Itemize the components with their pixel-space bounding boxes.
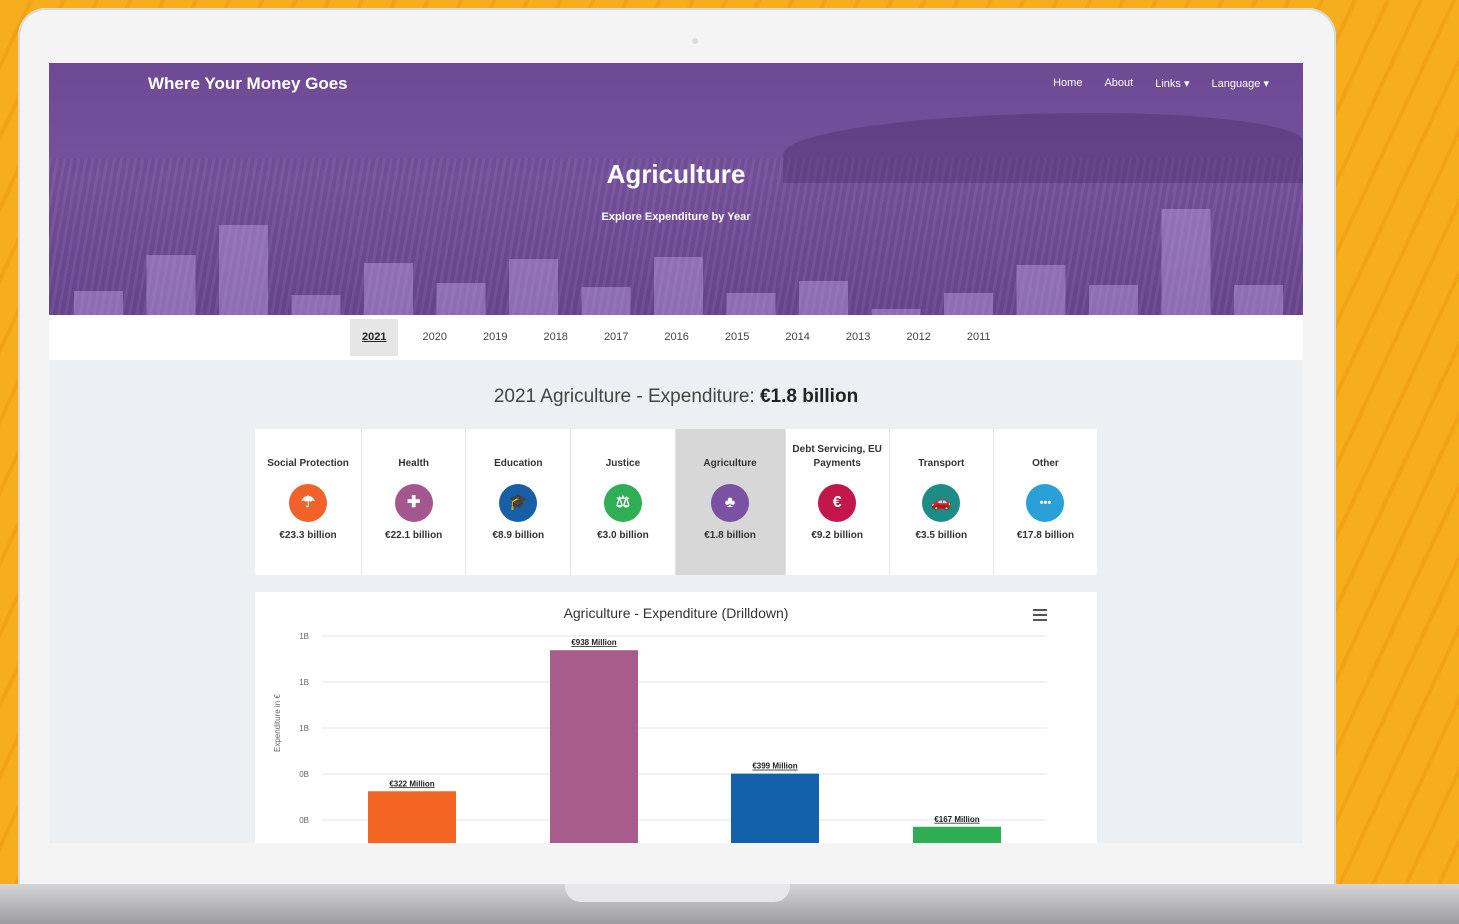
category-amount: €3.5 billion	[915, 530, 968, 541]
chart-ytick-label: 1B	[299, 724, 309, 733]
hero-bar	[726, 293, 776, 315]
umbrella-icon: ☂	[289, 484, 328, 522]
wheat-icon: ♣	[711, 484, 750, 522]
nav-language-dropdown[interactable]: Language ▾	[1211, 77, 1269, 90]
year-tab-2021[interactable]: 2021	[350, 319, 399, 356]
category-amount: €1.8 billion	[704, 530, 756, 541]
year-tab-2011[interactable]: 2011	[955, 319, 1003, 356]
year-tabs: 2021 2020 2019 2018 2017 2016 2015 2014 2013 2012…	[350, 319, 1015, 356]
car-icon: 🚗	[922, 484, 961, 522]
drilldown-chart: Agriculture - Expenditure (Drilldown) Ex…	[255, 592, 1097, 843]
chart-bar[interactable]	[731, 773, 819, 843]
graduation-cap-icon: 🎓	[499, 484, 538, 522]
category-amount: €22.1 billion	[385, 530, 443, 541]
chart-bar[interactable]	[550, 650, 638, 843]
chart-bar[interactable]	[913, 826, 1001, 843]
nav-home[interactable]: Home	[1053, 77, 1082, 90]
category-name: Other	[1032, 458, 1059, 469]
year-tab-2016[interactable]: 2016	[652, 319, 700, 356]
nav-about[interactable]: About	[1104, 77, 1133, 90]
summary-prefix: 2021 Agriculture - Expenditure:	[493, 386, 760, 407]
hero-bar	[654, 257, 703, 315]
page-subtitle: Explore Expenditure by Year	[601, 211, 751, 223]
hero-bar	[509, 259, 558, 315]
hero-bar	[581, 287, 631, 315]
year-tab-2020[interactable]: 2020	[410, 319, 458, 356]
browser-screen: Where Your Money Goes Home About Links ▾…	[49, 63, 1303, 843]
hero-bar	[74, 291, 123, 315]
euro-icon: €	[818, 484, 857, 522]
chart-data-label: €399 Million	[752, 762, 797, 771]
camera-dot	[692, 38, 698, 44]
category-card-justice[interactable]: Justice ⚖ €3.0 billion	[571, 429, 676, 575]
year-tabs-bar: 2021 2020 2019 2018 2017 2016 2015 2014 2013 2012…	[49, 315, 1303, 360]
category-name: Debt Servicing, EU Payments	[792, 444, 882, 469]
hero-bar	[944, 293, 993, 315]
hero-bar	[1234, 285, 1283, 315]
year-tab-2018[interactable]: 2018	[531, 319, 579, 356]
category-cards: Social Protection ☂ €23.3 billion Health ✚ €2…	[255, 429, 1097, 575]
chart-ytick-label: 0B	[299, 770, 309, 779]
category-card-social-protection[interactable]: Social Protection ☂ €23.3 billion	[255, 429, 363, 575]
year-tab-2015[interactable]: 2015	[713, 319, 761, 356]
category-amount: €8.9 billion	[492, 530, 545, 541]
category-card-agriculture[interactable]: Agriculture ♣ €1.8 billion	[675, 429, 786, 575]
category-name: Health	[398, 458, 429, 469]
chart-data-label: €322 Million	[389, 779, 434, 788]
category-name: Agriculture	[703, 458, 757, 469]
category-amount: €17.8 billion	[1016, 530, 1075, 541]
hero-bar	[799, 281, 848, 315]
hero-bar	[1089, 285, 1138, 315]
year-tab-2017[interactable]: 2017	[592, 319, 640, 356]
top-nav: Home About Links ▾ Language ▾	[1053, 77, 1269, 90]
category-amount: €9.2 billion	[811, 530, 863, 541]
chart-bar[interactable]	[368, 791, 456, 843]
chart-plot: 1B 1B 1B 0B 0B €322 Million €938 Million €399 M…	[299, 632, 1047, 843]
hero-banner: Where Your Money Goes Home About Links ▾…	[49, 63, 1303, 315]
category-name: Justice	[605, 458, 641, 469]
laptop-notch	[565, 884, 790, 902]
hero-bar	[219, 225, 268, 315]
chart-data-label: €167 Million	[934, 815, 979, 824]
site-brand[interactable]: Where Your Money Goes	[148, 74, 348, 94]
hero-bar	[146, 255, 196, 315]
expenditure-summary: 2021 Agriculture - Expenditure: €1.8 bil…	[49, 386, 1303, 408]
page-title: Agriculture	[606, 159, 746, 189]
category-name: Transport	[918, 458, 965, 469]
category-card-debt-servicing-eu-payments[interactable]: Debt Servicing, EU Payments € €9.2 billion	[786, 429, 890, 575]
category-card-transport[interactable]: Transport 🚗 €3.5 billion	[890, 429, 994, 575]
hero-bar	[436, 283, 486, 315]
gavel-icon: ⚖	[603, 484, 642, 522]
chart-data-label: €938 Million	[571, 638, 616, 647]
category-amount: €3.0 billion	[597, 530, 649, 541]
category-name: Education	[494, 458, 543, 469]
category-card-education[interactable]: Education 🎓 €8.9 billion	[466, 429, 572, 575]
category-card-other[interactable]: Other ••• €17.8 billion	[994, 429, 1097, 575]
nav-links-dropdown[interactable]: Links ▾	[1155, 77, 1189, 90]
hero-bar	[1016, 265, 1066, 315]
year-tab-2012[interactable]: 2012	[894, 319, 942, 356]
health-cross-icon: ✚	[394, 484, 433, 522]
summary-amount: €1.8 billion	[759, 386, 859, 407]
year-tab-2014[interactable]: 2014	[773, 319, 821, 356]
category-card-health[interactable]: Health ✚ €22.1 billion	[362, 429, 467, 575]
chart-ytick-label: 1B	[299, 632, 309, 641]
year-tab-2019[interactable]: 2019	[471, 319, 519, 356]
more-dots-icon: •••	[1026, 484, 1065, 522]
category-amount: €23.3 billion	[279, 530, 337, 541]
hero-bar	[291, 295, 341, 315]
hero-bar	[1161, 209, 1211, 315]
hero-bar	[364, 263, 413, 315]
year-tab-2013[interactable]: 2013	[834, 319, 882, 356]
chart-ytick-label: 0B	[299, 816, 309, 825]
category-name: Social Protection	[267, 458, 349, 469]
chart-ytick-label: 1B	[299, 678, 309, 687]
